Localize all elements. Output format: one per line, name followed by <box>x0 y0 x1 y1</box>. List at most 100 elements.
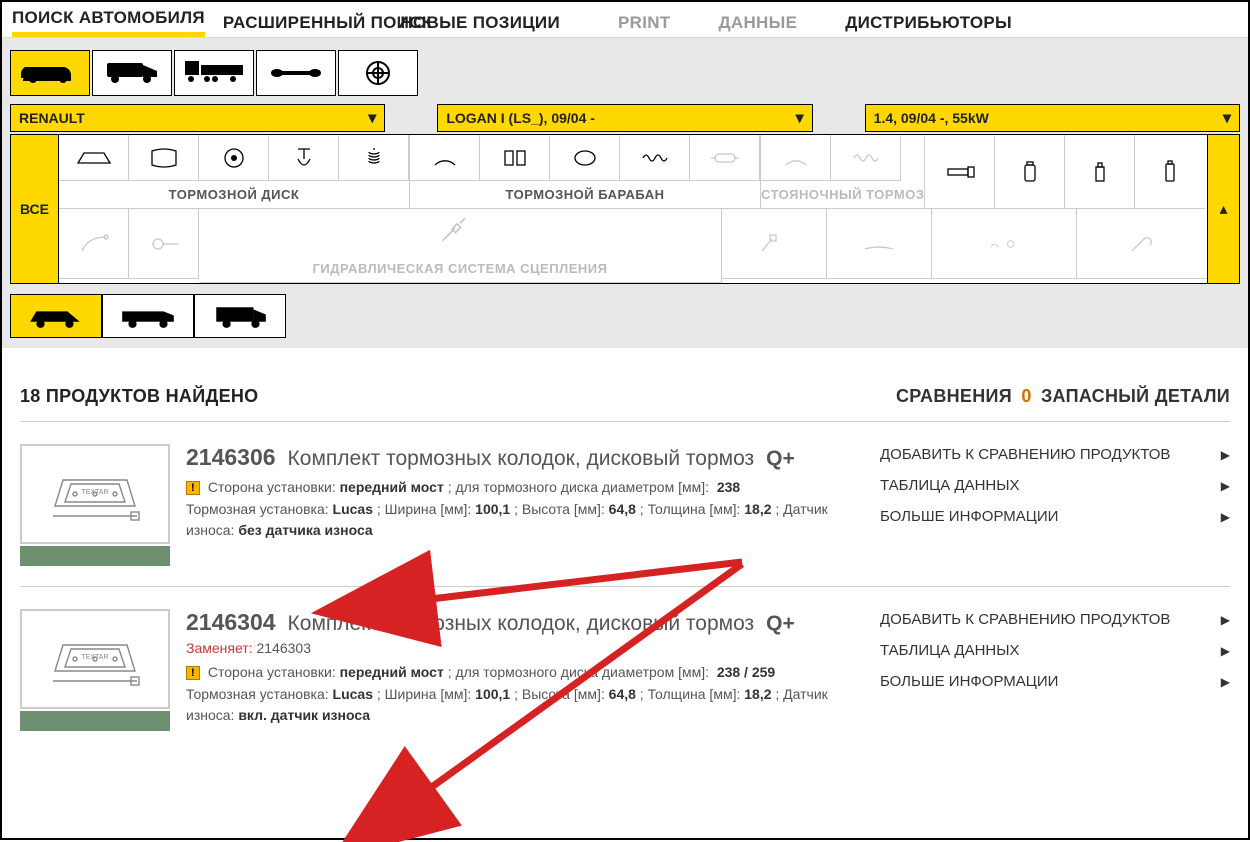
stock-bar <box>20 711 170 731</box>
cat-group-disc: ТОРМОЗНОЙ ДИСК <box>59 135 410 209</box>
product-thumb[interactable]: TEXTAR <box>20 444 170 566</box>
top-nav: ПОИСК АВТОМОБИЛЯ РАСШИРЕННЫЙ ПОИСК НОВЫЕ… <box>2 2 1248 38</box>
meta-label: Сторона установки: <box>208 479 336 495</box>
cat-misc2-icon[interactable] <box>827 209 932 279</box>
cat-hose-icon[interactable] <box>59 209 129 279</box>
meta-value: передний мост <box>340 479 444 495</box>
chevron-down-icon: ▾ <box>1223 108 1231 128</box>
cat-shoe-icon[interactable] <box>410 135 480 181</box>
compare-count: 0 <box>1021 386 1031 406</box>
q-plus-badge: Q+ <box>766 612 795 636</box>
svg-text:TEXTAR: TEXTAR <box>81 489 108 496</box>
meta-label: ; Высота [мм]: <box>514 501 605 517</box>
cat-cylinder-icon[interactable] <box>690 135 760 181</box>
profile-a[interactable] <box>10 294 102 338</box>
cat-tube-icon[interactable] <box>1135 135 1205 209</box>
cat-park-shoe-icon[interactable] <box>761 135 831 181</box>
profile-row <box>10 294 1240 338</box>
stock-bar <box>20 546 170 566</box>
triangle-right-icon: ▶ <box>1221 479 1230 493</box>
product-name: Комплект тормозных колодок, дисковый тор… <box>288 612 755 636</box>
meta-value: 18,2 <box>744 501 771 517</box>
action-compare[interactable]: ДОБАВИТЬ К СРАВНЕНИЮ ПРОДУКТОВ▶ <box>880 446 1230 463</box>
action-more-info[interactable]: БОЛЬШЕ ИНФОРМАЦИИ▶ <box>880 508 1230 525</box>
cat-group-hydraulic: ГИДРАВЛИЧЕСКАЯ СИСТЕМА СЦЕПЛЕНИЯ <box>199 209 722 283</box>
cat-sensor-icon[interactable] <box>269 135 339 181</box>
cat-spring-icon[interactable] <box>339 135 409 181</box>
cat-drum-icon[interactable] <box>550 135 620 181</box>
triangle-right-icon: ▶ <box>1221 613 1230 627</box>
cat-springkit-icon[interactable] <box>620 135 690 181</box>
collapse-button[interactable]: ▴ <box>1208 134 1240 284</box>
results-count: 18 ПРОДУКТОВ НАЙДЕНО <box>20 386 258 407</box>
profile-b[interactable] <box>102 294 194 338</box>
cat-caliper-icon[interactable] <box>129 135 199 181</box>
svg-text:TEXTAR: TEXTAR <box>81 654 108 661</box>
chevron-down-icon: ▾ <box>796 108 804 128</box>
cat-misc3-icon[interactable] <box>932 209 1077 279</box>
meta-label: ; Ширина [мм]: <box>377 686 471 702</box>
cat-fluid-icon[interactable] <box>995 135 1065 209</box>
vehicle-selects: RENAULT▾ LOGAN I (LS_), 09/04 -▾ 1.4, 09… <box>10 104 1240 132</box>
meta-value: 18,2 <box>744 686 771 702</box>
q-plus-badge: Q+ <box>766 447 795 471</box>
action-compare[interactable]: ДОБАВИТЬ К СРАВНЕНИЮ ПРОДУКТОВ▶ <box>880 611 1230 628</box>
brake-pad-icon: TEXTAR <box>35 454 155 534</box>
nav-data[interactable]: ДАННЫЕ <box>718 13 797 33</box>
select-model[interactable]: LOGAN I (LS_), 09/04 - ▾ <box>437 104 812 132</box>
meta-label: ; для тормозного диска диаметром [мм]: <box>448 479 709 495</box>
action-datatable[interactable]: ТАБЛИЦА ДАННЫХ▶ <box>880 642 1230 659</box>
vehicle-type-van[interactable] <box>92 50 172 96</box>
cat-master-icon[interactable] <box>925 135 995 209</box>
select-model-value: LOGAN I (LS_), 09/04 - <box>446 110 595 126</box>
nav-vehicle-search[interactable]: ПОИСК АВТОМОБИЛЯ <box>12 8 205 37</box>
cat-valve-icon[interactable] <box>129 209 199 279</box>
meta-label: ; Ширина [мм]: <box>377 501 471 517</box>
select-engine[interactable]: 1.4, 09/04 -, 55kW▾ <box>865 104 1240 132</box>
meta-label: Тормозная установка: <box>186 686 329 702</box>
meta-value: 238 / 259 <box>717 664 775 680</box>
nav-print[interactable]: PRINT <box>618 13 671 33</box>
select-make-value: RENAULT <box>19 110 85 126</box>
vehicle-type-truck[interactable] <box>174 50 254 96</box>
meta-label: ; Толщина [мм]: <box>640 501 741 517</box>
meta-value: Lucas <box>333 686 373 702</box>
triangle-right-icon: ▶ <box>1221 448 1230 462</box>
vehicle-type-axle[interactable] <box>256 50 336 96</box>
select-make[interactable]: RENAULT▾ <box>10 104 385 132</box>
profile-c[interactable] <box>194 294 286 338</box>
product-thumb[interactable]: TEXTAR <box>20 609 170 731</box>
product-list: TEXTAR 2146306 Комплект тормозных колодо… <box>2 421 1248 751</box>
nav-distributors[interactable]: ДИСТРИБЬЮТОРЫ <box>845 13 1012 33</box>
vehicle-type-car[interactable] <box>10 50 90 96</box>
nav-new-items[interactable]: НОВЫЕ ПОЗИЦИИ <box>400 13 560 33</box>
vehicle-type-rotor[interactable] <box>338 50 418 96</box>
cat-group-park: СТОЯНОЧНЫЙ ТОРМОЗ <box>761 135 925 209</box>
product-sku: 2146304 <box>186 609 276 636</box>
cat-drumkit-icon[interactable] <box>480 135 550 181</box>
meta-value: вкл. датчик износа <box>238 707 370 723</box>
action-datatable[interactable]: ТАБЛИЦА ДАННЫХ▶ <box>880 477 1230 494</box>
cat-park-spring-icon[interactable] <box>831 135 901 181</box>
compare-label-b: ЗАПАСНЫЙ ДЕТАЛИ <box>1041 386 1230 406</box>
warning-icon <box>186 481 200 495</box>
cat-group-hydraulic-label: ГИДРАВЛИЧЕСКАЯ СИСТЕМА СЦЕПЛЕНИЯ <box>199 255 721 283</box>
meta-label: ; Толщина [мм]: <box>640 686 741 702</box>
category-all[interactable]: ВСЕ <box>10 134 58 284</box>
action-more-info[interactable]: БОЛЬШЕ ИНФОРМАЦИИ▶ <box>880 673 1230 690</box>
cat-group-park-label: СТОЯНОЧНЫЙ ТОРМОЗ <box>761 181 924 209</box>
category-grid: ВСЕ ТОРМОЗНОЙ ДИСК <box>10 134 1240 284</box>
meta-label: ; для тормозного диска диаметром [мм]: <box>448 664 709 680</box>
brake-pad-icon: TEXTAR <box>35 619 155 699</box>
meta-value: Lucas <box>333 501 373 517</box>
cat-tool-icon[interactable] <box>1077 209 1207 279</box>
cat-misc1-icon[interactable] <box>722 209 827 279</box>
meta-value: передний мост <box>340 664 444 680</box>
filter-zone: RENAULT▾ LOGAN I (LS_), 09/04 -▾ 1.4, 09… <box>2 38 1248 348</box>
meta-value: 100,1 <box>475 686 510 702</box>
cat-bottle-icon[interactable] <box>1065 135 1135 209</box>
triangle-right-icon: ▶ <box>1221 510 1230 524</box>
cat-pad-icon[interactable] <box>59 135 129 181</box>
cat-rotor-icon[interactable] <box>199 135 269 181</box>
vehicle-type-row <box>10 50 1240 96</box>
